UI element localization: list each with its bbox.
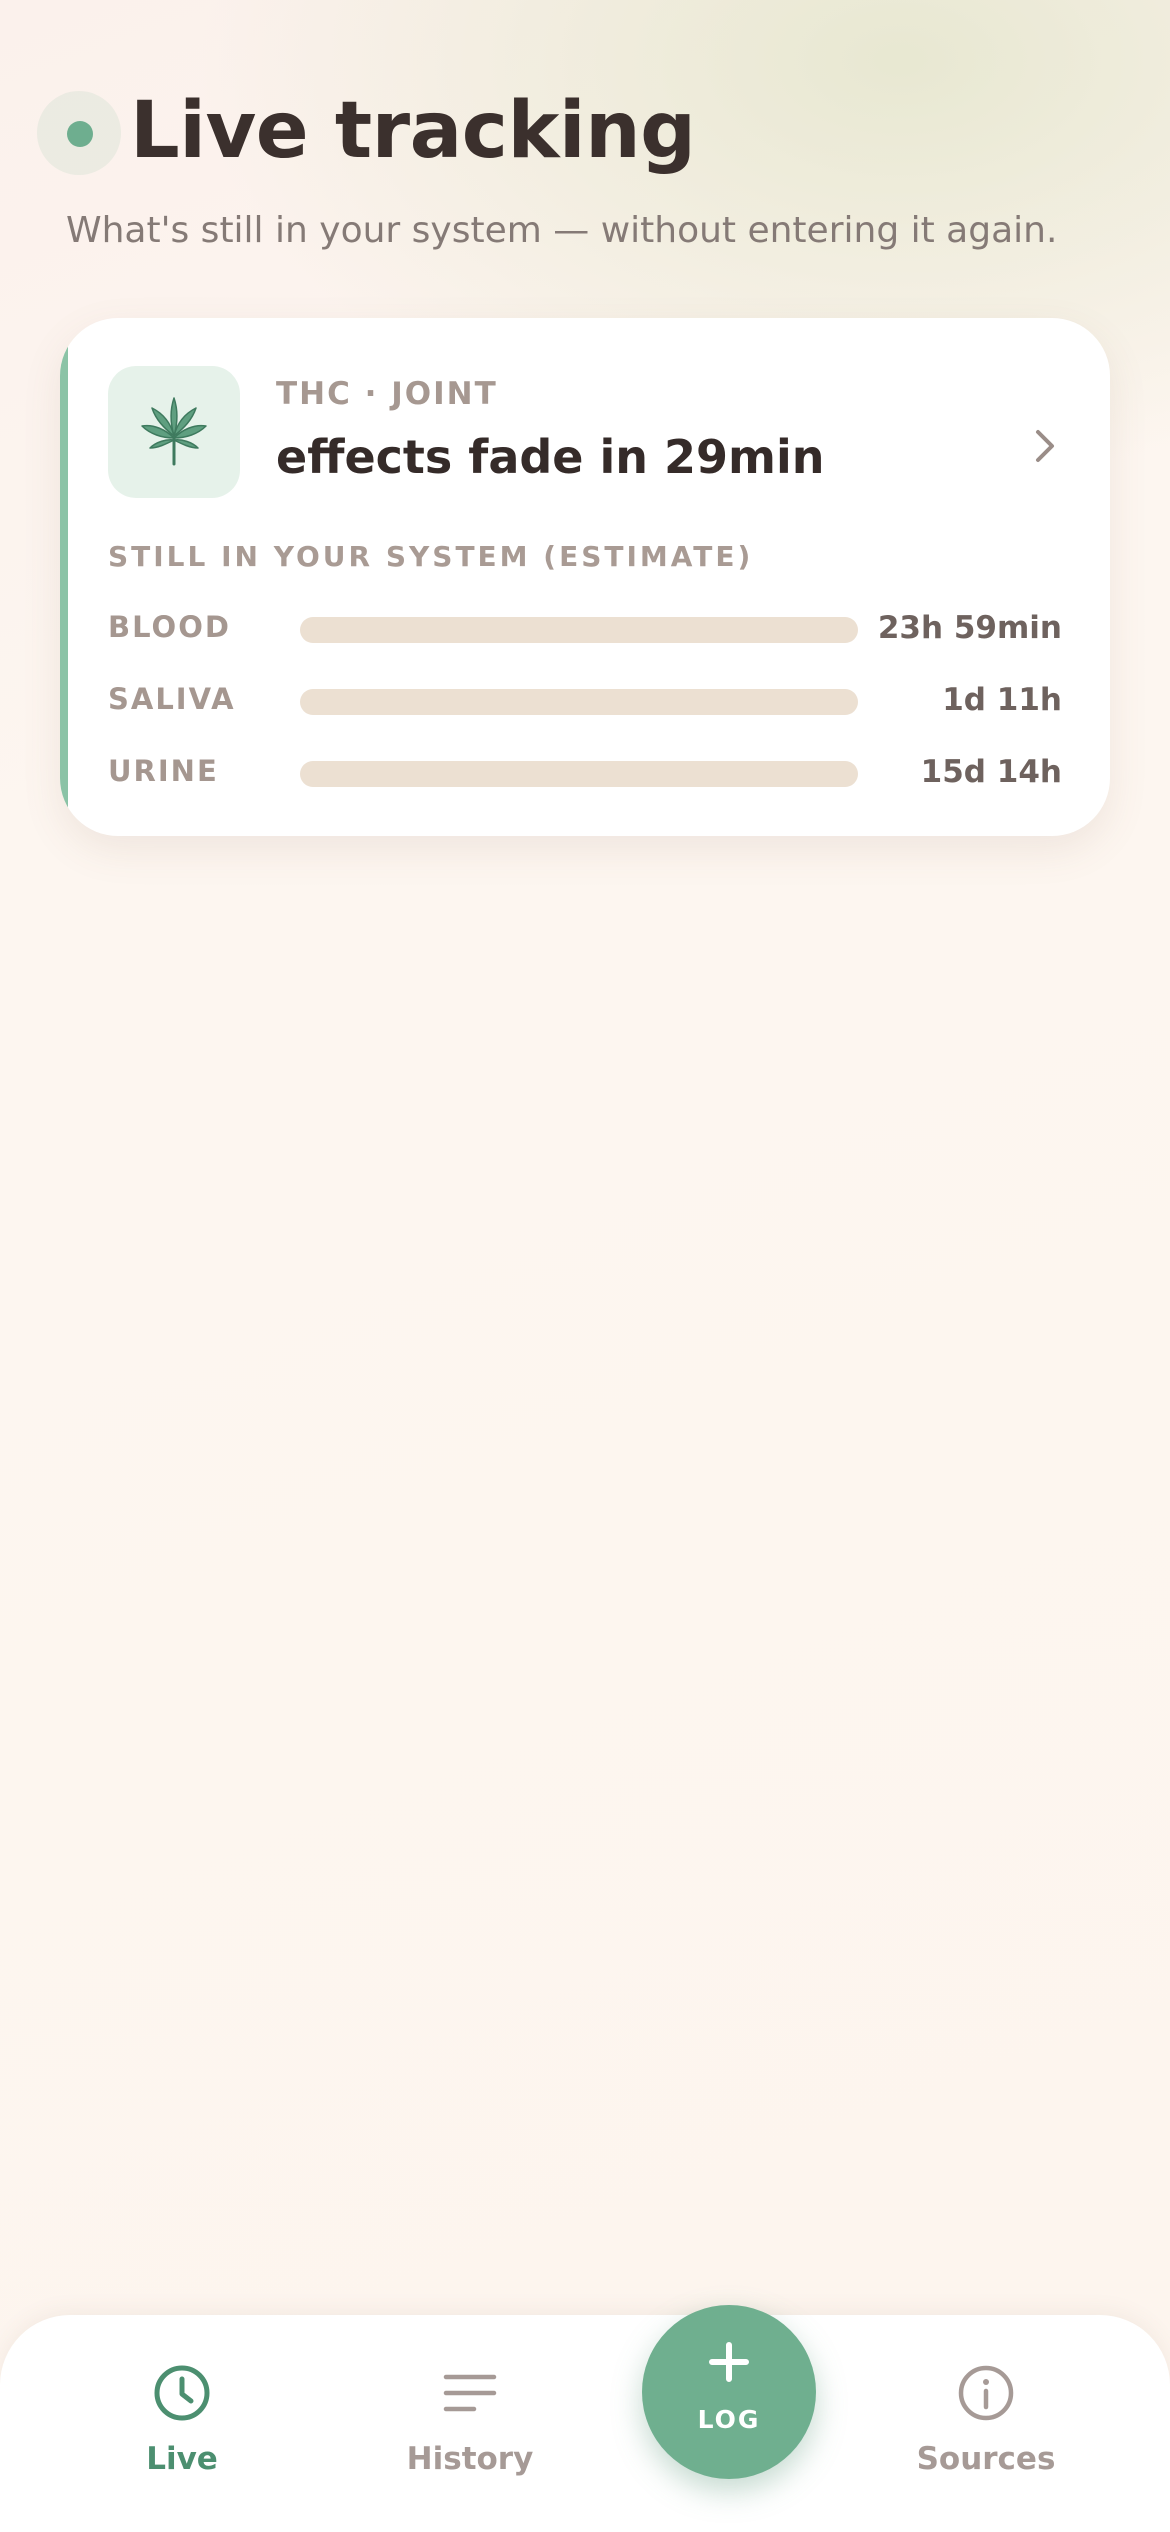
detection-row-label: URINE — [108, 754, 219, 788]
list-icon — [443, 2374, 497, 2412]
page-subtitle: What's still in your system — without en… — [66, 210, 1058, 251]
detection-row-value: 15d 14h — [920, 754, 1062, 790]
detection-progress-track — [300, 689, 858, 715]
clock-icon — [154, 2365, 210, 2421]
tab-label: Sources — [916, 2441, 1056, 2477]
live-dot-icon — [67, 121, 93, 147]
detection-row-value: 1d 11h — [942, 682, 1062, 718]
card-accent-bar — [60, 318, 68, 836]
live-indicator — [37, 91, 121, 175]
detection-row-blood: BLOOD 23h 59min — [108, 604, 1062, 652]
log-button-label: LOG — [697, 2405, 761, 2434]
substance-icon-tile — [108, 366, 240, 498]
substance-meta: THC · JOINT — [276, 376, 498, 412]
substance-card[interactable]: THC · JOINT effects fade in 29min STILL … — [60, 318, 1110, 836]
detection-progress-track — [300, 761, 858, 787]
substance-headline: effects fade in 29min — [276, 430, 825, 484]
detection-row-label: BLOOD — [108, 610, 231, 644]
detection-progress-track — [300, 617, 858, 643]
bottom-tab-bar: Live History Sources — [0, 2315, 1170, 2532]
chevron-right-icon[interactable] — [1026, 416, 1066, 476]
tab-history[interactable]: History — [350, 2363, 590, 2513]
tab-live[interactable]: Live — [62, 2363, 302, 2513]
page-title: Live tracking — [130, 86, 696, 176]
detection-row-saliva: SALIVA 1d 11h — [108, 676, 1062, 724]
info-icon — [958, 2365, 1014, 2421]
tab-sources[interactable]: Sources — [866, 2363, 1106, 2513]
detection-row-urine: URINE 15d 14h — [108, 748, 1062, 796]
detection-row-label: SALIVA — [108, 682, 236, 716]
tab-label: History — [406, 2441, 534, 2477]
cannabis-leaf-icon — [141, 397, 207, 466]
plus-icon — [709, 2342, 749, 2382]
tab-label: Live — [146, 2441, 218, 2477]
detection-row-value: 23h 59min — [877, 610, 1062, 646]
log-button[interactable]: LOG — [642, 2305, 816, 2479]
detection-section-label: STILL IN YOUR SYSTEM (ESTIMATE) — [108, 540, 754, 573]
